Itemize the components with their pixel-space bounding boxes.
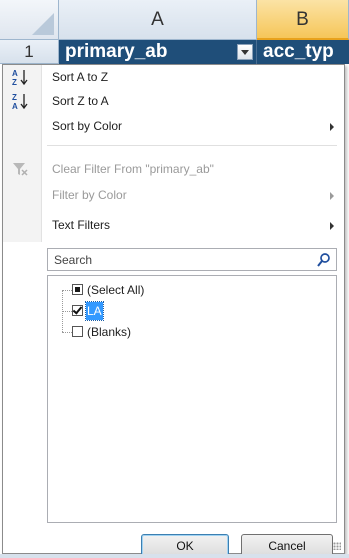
svg-text:A: A [12, 102, 18, 110]
menu-sort-z-to-a[interactable]: Z A Sort Z to A [3, 89, 344, 113]
column-header-a[interactable]: A [59, 0, 257, 40]
svg-text:Z: Z [12, 93, 17, 102]
submenu-arrow-icon [330, 192, 334, 200]
svg-text:Z: Z [12, 78, 17, 86]
autofilter-panel: A Z Sort A to Z Z A Sort Z to A Sort by … [2, 64, 345, 557]
la-checkbox[interactable] [72, 305, 83, 316]
clear-filter-label: Clear Filter From "primary_ab" [52, 162, 214, 176]
cell-b1-text: acc_typ [263, 41, 334, 62]
cell-a1[interactable]: primary_ab [59, 40, 257, 64]
menu-filter-by-color: Filter by Color [3, 183, 344, 207]
text-filters-label: Text Filters [52, 218, 111, 232]
column-header-b[interactable]: B [257, 0, 349, 40]
cell-a1-text: primary_ab [65, 41, 168, 62]
clear-filter-icon [13, 163, 28, 176]
grid-background-strip [0, 554, 349, 558]
menu-sort-by-color[interactable]: Sort by Color [3, 114, 344, 138]
blanks-checkbox[interactable] [72, 326, 83, 337]
svg-text:A: A [12, 69, 18, 78]
resize-grip-icon[interactable] [333, 542, 341, 550]
tree-connector [62, 332, 72, 333]
sort-z-to-a-label: Sort Z to A [52, 94, 109, 108]
blanks-label: (Blanks) [87, 325, 132, 339]
submenu-arrow-icon [330, 222, 334, 230]
menu-clear-filter: Clear Filter From "primary_ab" [3, 157, 344, 181]
menu-separator [47, 145, 337, 146]
sort-ascending-icon: A Z [12, 69, 28, 86]
submenu-arrow-icon [330, 123, 334, 131]
sort-by-color-label: Sort by Color [52, 119, 123, 133]
select-all-corner[interactable] [0, 0, 59, 40]
search-input[interactable] [48, 249, 308, 270]
search-icon[interactable] [316, 252, 332, 268]
la-label: LA [85, 301, 104, 321]
cell-b1[interactable]: acc_typ [257, 40, 349, 64]
filter-dropdown-button[interactable] [237, 44, 253, 60]
filter-by-color-label: Filter by Color [52, 188, 127, 202]
select-all-label: (Select All) [87, 283, 145, 297]
menu-text-filters[interactable]: Text Filters [3, 213, 344, 237]
row-header-1[interactable]: 1 [0, 40, 59, 64]
search-box[interactable] [47, 248, 337, 271]
sort-descending-icon: Z A [12, 93, 28, 110]
corner-triangle-icon [32, 13, 54, 35]
filter-values-list[interactable]: (Select All) LA (Blanks) [47, 275, 337, 523]
tree-connector [62, 311, 72, 312]
spreadsheet-grid: A B 1 primary_ab acc_typ [0, 0, 349, 64]
sort-a-to-z-label: Sort A to Z [52, 70, 109, 84]
select-all-checkbox[interactable] [72, 284, 83, 295]
menu-sort-a-to-z[interactable]: A Z Sort A to Z [3, 65, 344, 89]
tree-connector [62, 290, 72, 291]
